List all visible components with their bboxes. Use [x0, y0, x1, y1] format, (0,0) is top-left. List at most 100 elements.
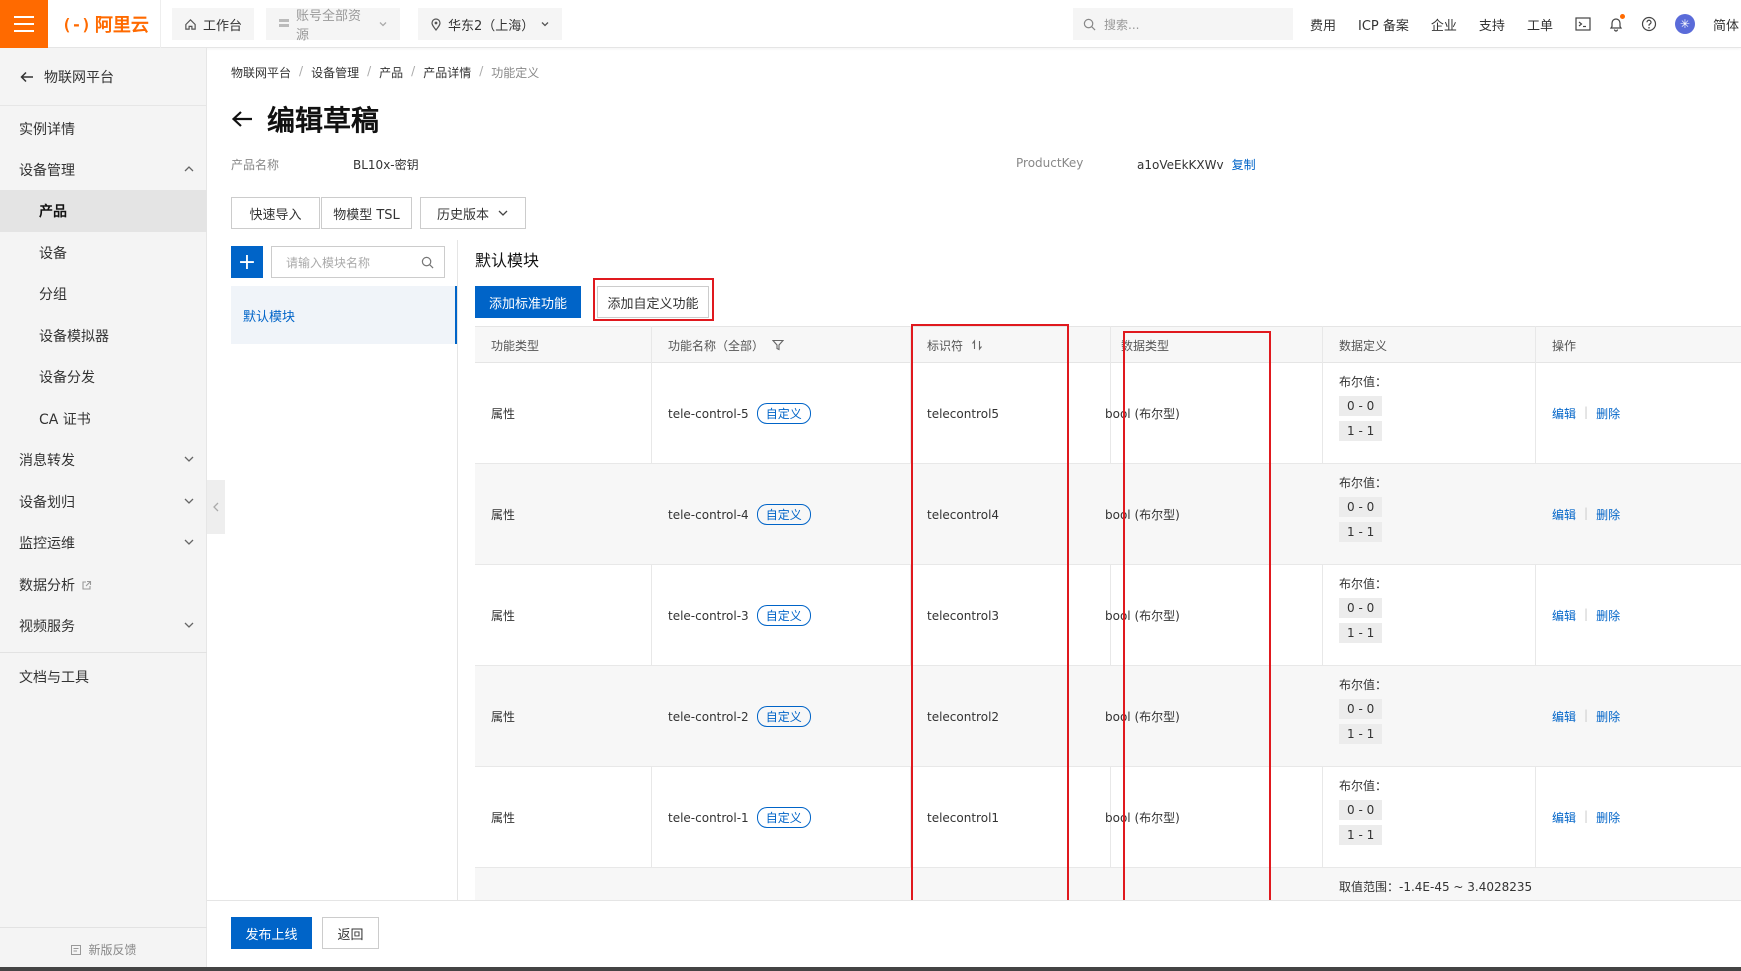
user-avatar[interactable]: ✳ [1674, 14, 1695, 34]
search-icon [421, 256, 434, 269]
menu-icon[interactable] [0, 0, 48, 48]
cell-text: bool (布尔型) [1105, 508, 1180, 522]
link-support[interactable]: 支持 [1479, 15, 1505, 34]
function-table: 功能类型 功能名称（全部） 标识符 数据类型 数据定义 操作 属性 tele-co… [475, 326, 1741, 900]
definition-value: 1 - 1 [1339, 522, 1383, 542]
sidebar-item-device-management[interactable]: 设备管理 [0, 149, 207, 191]
back-label: 物联网平台 [44, 69, 114, 86]
back-button[interactable]: 返回 [322, 917, 379, 949]
workbench-label: 工作台 [203, 18, 243, 34]
module-search-input[interactable]: 请输入模块名称 [271, 246, 445, 278]
sidebar-item-instance[interactable]: 实例详情 [0, 108, 207, 150]
header-label: 功能类型 [491, 338, 540, 353]
page-title-text: 编辑草稿 [267, 104, 380, 137]
custom-tag: 自定义 [756, 706, 811, 727]
cell-data-type: float (单精度浮点型) [1089, 868, 1217, 900]
add-custom-function-button[interactable]: 添加自定义功能 [597, 286, 709, 318]
workbench-button[interactable]: 工作台 [172, 8, 255, 40]
region-selector[interactable]: 华东2（上海） [418, 8, 562, 40]
resource-selector[interactable]: 账号全部资源 [266, 8, 400, 43]
sidebar-item-distribution[interactable]: 设备分发 [0, 356, 207, 398]
sidebar-item-label: 数据分析 [19, 578, 75, 594]
sidebar-item-data-analysis[interactable]: 数据分析 [0, 564, 207, 606]
column-header-operation: 操作 [1536, 327, 1576, 363]
chevron-left-icon [212, 501, 220, 513]
add-standard-function-button[interactable]: 添加标准功能 [475, 286, 581, 318]
definition-title: 布尔值： [1339, 577, 1388, 591]
cell-data-definition: 布尔值： 0 - 0 1 - 1 [1339, 373, 1387, 446]
module-item-default[interactable]: 默认模块 [231, 286, 457, 344]
column-header-identifier[interactable]: 标识符 [911, 327, 983, 363]
delete-link[interactable]: 删除 [1596, 708, 1620, 725]
sidebar-item-monitoring[interactable]: 监控运维 [0, 522, 207, 564]
definition-value: 0 - 0 [1339, 396, 1383, 416]
publish-button[interactable]: 发布上线 [231, 917, 312, 949]
back-to-platform[interactable]: 物联网平台 [0, 48, 207, 106]
bell-icon[interactable] [1609, 14, 1625, 32]
cell-name: tele-control-1 自定义 [652, 767, 811, 868]
breadcrumb-separator: / [367, 64, 372, 78]
breadcrumb-item[interactable]: 物联网平台 [231, 64, 291, 81]
sidebar-item-message-forwarding[interactable]: 消息转发 [0, 439, 207, 481]
delete-link[interactable]: 删除 [1596, 405, 1620, 422]
sidebar-item-simulator[interactable]: 设备模拟器 [0, 315, 207, 357]
cell-text: tele-control-2 [668, 709, 749, 724]
header-label: 操作 [1552, 338, 1577, 353]
link-ticket[interactable]: 工单 [1527, 15, 1553, 34]
cell-text: 属性 [491, 811, 516, 825]
link-icp[interactable]: ICP 备案 [1358, 15, 1409, 34]
cell-type: 属性 [475, 868, 515, 900]
sidebar-item-video[interactable]: 视频服务 [0, 605, 207, 647]
delete-link[interactable]: 删除 [1596, 506, 1620, 523]
sidebar-collapse-handle[interactable] [207, 480, 225, 534]
sidebar-item-ca-cert[interactable]: CA 证书 [0, 398, 207, 440]
quick-import-button[interactable]: 快速导入 [231, 197, 320, 229]
edit-link[interactable]: 编辑 [1552, 607, 1576, 624]
language-switch[interactable]: 简体 [1713, 15, 1739, 34]
breadcrumb-item[interactable]: 设备管理 [311, 64, 359, 81]
column-header-name[interactable]: 功能名称（全部） [652, 327, 785, 363]
link-billing[interactable]: 费用 [1310, 15, 1336, 34]
cell-type: 属性 [475, 666, 515, 767]
edit-link[interactable]: 编辑 [1552, 405, 1576, 422]
edit-link[interactable]: 编辑 [1552, 809, 1576, 826]
sidebar-item-label: CA 证书 [39, 412, 91, 428]
copy-link[interactable]: 复制 [1232, 158, 1256, 172]
column-header-data-type: 数据类型 [1105, 327, 1169, 363]
link-enterprise[interactable]: 企业 [1431, 15, 1457, 34]
breadcrumb-current: 功能定义 [491, 66, 540, 80]
sort-icon[interactable] [971, 339, 983, 351]
definition-title: 布尔值： [1339, 375, 1388, 389]
table-header: 功能类型 功能名称（全部） 标识符 数据类型 数据定义 操作 [475, 326, 1741, 363]
cell-identifier: telecontrol3 [911, 565, 999, 666]
add-module-button[interactable]: + [231, 246, 263, 278]
delete-link[interactable]: 删除 [1596, 607, 1620, 624]
delete-link[interactable]: 删除 [1596, 809, 1620, 826]
terminal-icon[interactable] [1575, 17, 1591, 31]
sidebar-item-group[interactable]: 分组 [0, 273, 207, 315]
feedback-button[interactable]: 新版反馈 [0, 927, 207, 971]
history-version-button[interactable]: 历史版本 [420, 197, 526, 229]
breadcrumb-item[interactable]: 产品 [379, 64, 403, 81]
sidebar-item-device[interactable]: 设备 [0, 232, 207, 274]
sidebar-item-device-assign[interactable]: 设备划归 [0, 481, 207, 523]
edit-link[interactable]: 编辑 [1552, 506, 1576, 523]
sidebar-item-docs[interactable]: 文档与工具 [0, 656, 207, 698]
divider [160, 0, 161, 48]
cell-identifier: telecontrol4 [911, 464, 999, 565]
filter-icon[interactable] [772, 339, 785, 351]
aliyun-logo[interactable]: (-) 阿里云 [62, 12, 149, 37]
sidebar-item-product[interactable]: 产品 [0, 190, 207, 232]
logo-mark: (-) [62, 14, 91, 34]
breadcrumb-item[interactable]: 产品详情 [423, 64, 471, 81]
tsl-button[interactable]: 物模型 TSL [321, 197, 412, 229]
help-icon[interactable] [1641, 16, 1657, 32]
search-input[interactable]: 搜索... [1073, 8, 1293, 40]
button-label: 快速导入 [249, 207, 302, 223]
definition-title: 布尔值： [1339, 779, 1388, 793]
cell-identifier: telecontrol2 [911, 666, 999, 767]
edit-link[interactable]: 编辑 [1552, 708, 1576, 725]
arrow-left-icon[interactable] [231, 110, 253, 128]
button-label: 历史版本 [436, 207, 489, 223]
cell-text: tele-control-5 [668, 406, 749, 421]
